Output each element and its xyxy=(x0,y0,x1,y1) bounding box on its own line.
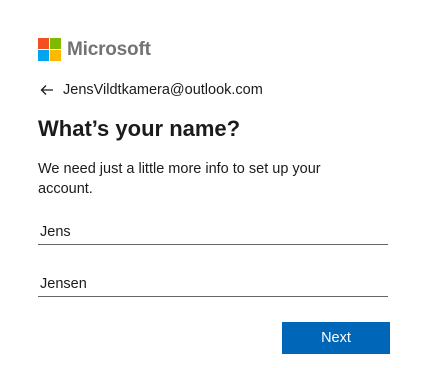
first-name-field[interactable] xyxy=(38,219,388,245)
last-name-field[interactable] xyxy=(38,271,388,297)
microsoft-logo: Microsoft xyxy=(38,38,151,61)
logo-wordmark: Microsoft xyxy=(67,38,151,60)
microsoft-logo-icon xyxy=(38,38,61,61)
logo-square-yellow xyxy=(50,50,61,61)
identity-email: JensVildtkamera@outlook.com xyxy=(63,82,263,98)
logo-square-blue xyxy=(38,50,49,61)
logo-square-red xyxy=(38,38,49,49)
logo-square-green xyxy=(50,38,61,49)
page-description: We need just a little more info to set u… xyxy=(38,161,321,197)
identity-banner: JensVildtkamera@outlook.com xyxy=(40,82,263,98)
back-arrow-icon[interactable] xyxy=(40,83,54,97)
page-title: What’s your name? xyxy=(38,116,241,141)
next-button[interactable]: Next xyxy=(282,322,390,354)
